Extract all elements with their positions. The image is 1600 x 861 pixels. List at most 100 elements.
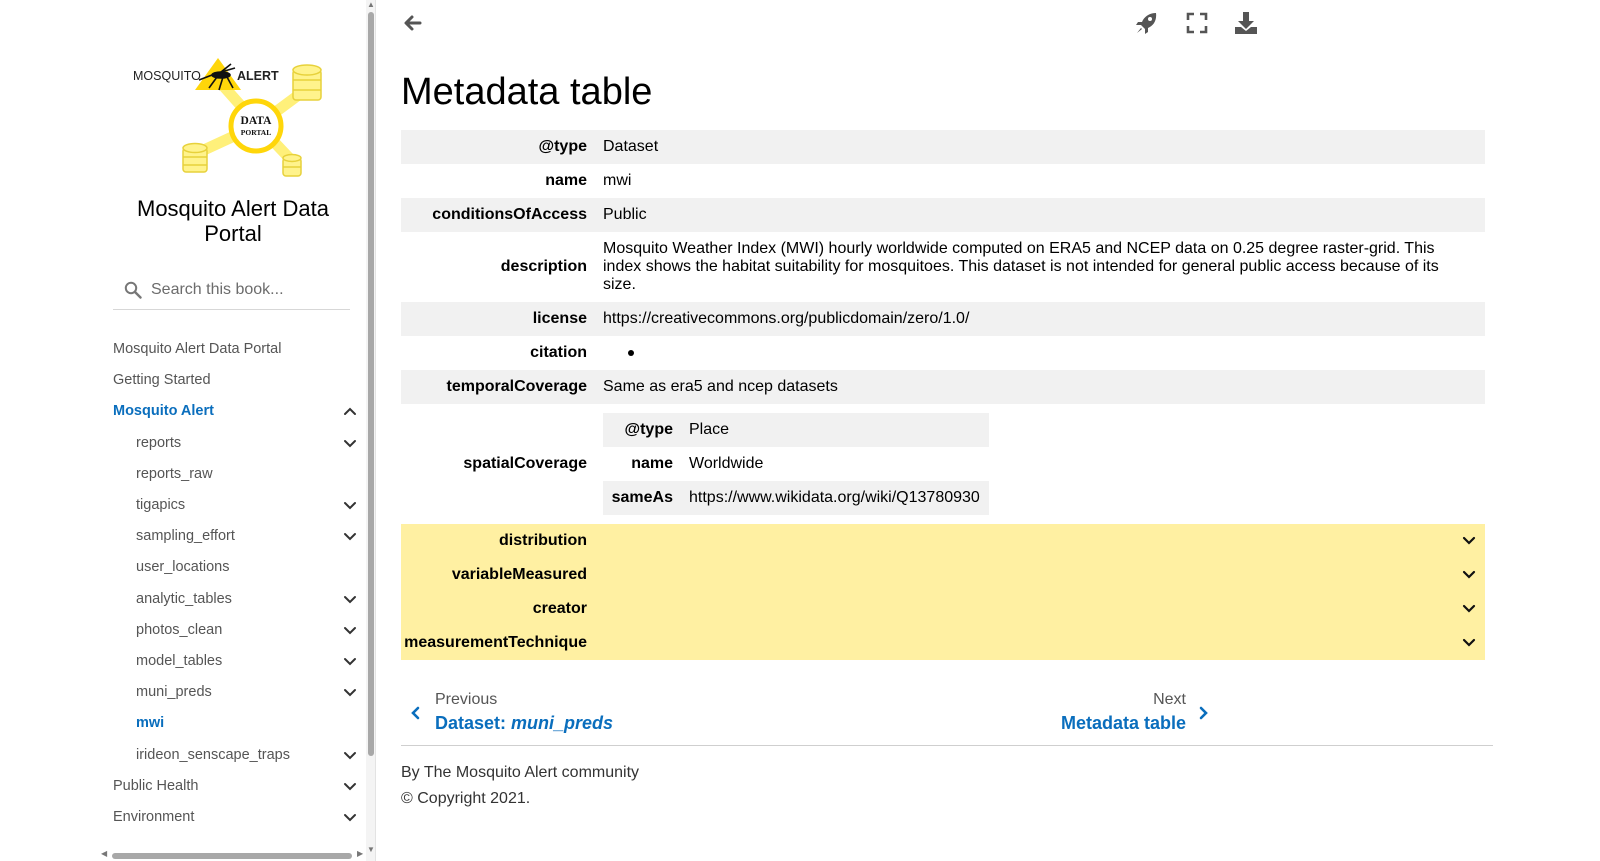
sidebar-item-analytic-tables[interactable]: analytic_tables xyxy=(136,588,232,610)
page-title: Metadata table xyxy=(401,71,653,113)
collapsible-row-variablemeasured[interactable]: variableMeasured xyxy=(401,558,1485,592)
sidebar-item-public-health[interactable]: Public Health xyxy=(113,775,198,797)
collapsible-rows: distribution variableMeasured creator measu… xyxy=(401,524,1485,660)
row-value xyxy=(603,626,1485,660)
row-value xyxy=(603,524,1485,558)
row-key: spatialCoverage xyxy=(463,455,587,472)
expand-icon[interactable] xyxy=(1184,10,1210,36)
next-page-link[interactable]: Next Metadata table xyxy=(1001,688,1221,736)
arrow-left-icon[interactable] xyxy=(400,10,426,36)
sidebar-item-sampling-effort[interactable]: sampling_effort xyxy=(136,525,235,547)
table-row: citation xyxy=(401,336,1485,370)
row-value xyxy=(603,592,1485,626)
search-icon xyxy=(124,281,142,299)
scroll-up-icon[interactable]: ▲ xyxy=(366,0,375,9)
row-key: creator xyxy=(532,600,587,617)
row-key: sameAs xyxy=(611,489,673,506)
previous-title: Dataset: muni_preds xyxy=(435,713,613,734)
svg-text:MOSQUITO: MOSQUITO xyxy=(133,69,201,83)
table-row: name mwi xyxy=(401,164,1485,198)
metadata-table: @type Dataset name mwi conditionsOfAcces… xyxy=(401,130,1485,660)
row-value[interactable]: https://creativecommons.org/publicdomain… xyxy=(603,302,1485,336)
chevron-left-icon xyxy=(411,706,420,720)
row-value: mwi xyxy=(603,172,632,189)
list-bullet xyxy=(628,350,634,356)
spatial-coverage-table: @type Place name Worldwide sameAs https:… xyxy=(603,413,989,515)
row-key: license xyxy=(532,310,587,327)
row-value: @type Place name Worldwide sameAs https:… xyxy=(603,404,1485,524)
chevron-down-icon[interactable] xyxy=(343,685,357,699)
scroll-right-icon[interactable]: ▶ xyxy=(357,849,363,858)
table-row: conditionsOfAccess Public xyxy=(401,198,1485,232)
row-value: Public xyxy=(603,206,647,223)
chevron-down-icon[interactable] xyxy=(343,810,357,824)
row-value: Mosquito Weather Index (MWI) hourly worl… xyxy=(603,240,1439,293)
chevron-down-icon[interactable] xyxy=(1461,567,1477,583)
scroll-down-icon[interactable]: ▼ xyxy=(366,845,375,854)
sidebar-item-environment[interactable]: Environment xyxy=(113,806,194,828)
chevron-down-icon[interactable] xyxy=(343,529,357,543)
sidebar-item-mosquito-alert[interactable]: Mosquito Alert xyxy=(113,400,214,422)
svg-text:ALERT: ALERT xyxy=(237,69,279,83)
search-input[interactable] xyxy=(151,277,346,303)
svg-text:DATA: DATA xyxy=(241,115,273,127)
chevron-down-icon[interactable] xyxy=(343,748,357,762)
sidebar-item-mosquito-alert-data-portal[interactable]: Mosquito Alert Data Portal xyxy=(113,338,281,360)
sidebar: DATA PORTAL MOSQUITO ALERT Mosquito Aler… xyxy=(0,0,376,861)
sidebar-item-irideon-senscape-traps[interactable]: irideon_senscape_traps xyxy=(136,744,290,766)
previous-page-link[interactable]: Previous Dataset: muni_preds xyxy=(401,688,661,736)
chevron-right-icon xyxy=(1199,706,1208,720)
download-icon[interactable] xyxy=(1233,10,1259,36)
footer-author: By The Mosquito Alert community xyxy=(401,764,640,781)
site-title: Mosquito Alert Data Portal xyxy=(137,196,329,246)
sidebar-item-user-locations[interactable]: user_locations xyxy=(136,556,230,578)
row-value xyxy=(603,558,1485,592)
sidebar-item-photos-clean[interactable]: photos_clean xyxy=(136,619,222,641)
horizontal-scrollbar-thumb[interactable] xyxy=(112,853,352,859)
chevron-down-icon[interactable] xyxy=(343,436,357,450)
chevron-up-icon[interactable] xyxy=(343,404,357,418)
chevron-down-icon[interactable] xyxy=(343,654,357,668)
row-key: measurementTechnique xyxy=(404,634,587,651)
row-key: name xyxy=(631,455,673,472)
row-key: temporalCoverage xyxy=(446,378,588,395)
chevron-down-icon[interactable] xyxy=(1461,601,1477,617)
scroll-left-icon[interactable]: ◀ xyxy=(101,849,107,858)
collapsible-row-measurementtechnique[interactable]: measurementTechnique xyxy=(401,626,1485,660)
sidebar-item-reports[interactable]: reports xyxy=(136,432,181,454)
row-value: Worldwide xyxy=(689,455,764,472)
row-key: variableMeasured xyxy=(451,566,587,583)
previous-title-prefix: Dataset: xyxy=(435,713,512,733)
chevron-down-icon[interactable] xyxy=(343,498,357,512)
row-value: Place xyxy=(689,421,730,438)
table-row: temporalCoverage Same as era5 and ncep d… xyxy=(401,370,1485,404)
sidebar-item-model-tables[interactable]: model_tables xyxy=(136,650,222,672)
search-box[interactable] xyxy=(113,271,350,310)
row-key: @type xyxy=(538,138,588,155)
chevron-down-icon[interactable] xyxy=(1461,635,1477,651)
rocket-icon[interactable] xyxy=(1134,10,1160,36)
chevron-down-icon[interactable] xyxy=(1461,533,1477,549)
logo-graphic: DATA PORTAL MOSQUITO ALERT xyxy=(133,58,322,177)
chevron-down-icon[interactable] xyxy=(343,592,357,606)
collapsible-row-creator[interactable]: creator xyxy=(401,592,1485,626)
chevron-down-icon[interactable] xyxy=(343,779,357,793)
sidebar-item-tigapics[interactable]: tigapics xyxy=(136,494,185,516)
mosquito-alert-logo[interactable]: DATA PORTAL MOSQUITO ALERT xyxy=(133,50,333,185)
collapsible-row-distribution[interactable]: distribution xyxy=(401,524,1485,558)
row-value: Same as era5 and ncep datasets xyxy=(603,378,838,395)
sidebar-item-reports-raw[interactable]: reports_raw xyxy=(136,463,213,485)
next-title: Metadata table xyxy=(1060,713,1186,733)
table-row: spatialCoverage @type Place name Worldwi… xyxy=(401,404,1485,524)
row-value xyxy=(603,336,1485,370)
previous-label: Previous xyxy=(435,691,498,708)
row-key: description xyxy=(500,258,587,275)
sidebar-item-muni-preds[interactable]: muni_preds xyxy=(136,681,212,703)
sidebar-item-mwi[interactable]: mwi xyxy=(136,712,164,734)
sidebar-item-getting-started[interactable]: Getting Started xyxy=(113,369,211,391)
table-row: sameAs https://www.wikidata.org/wiki/Q13… xyxy=(603,481,989,515)
row-key: name xyxy=(545,172,587,189)
chevron-down-icon[interactable] xyxy=(343,623,357,637)
vertical-scrollbar-thumb[interactable] xyxy=(368,12,374,756)
row-value[interactable]: https://www.wikidata.org/wiki/Q13780930 xyxy=(689,489,980,507)
